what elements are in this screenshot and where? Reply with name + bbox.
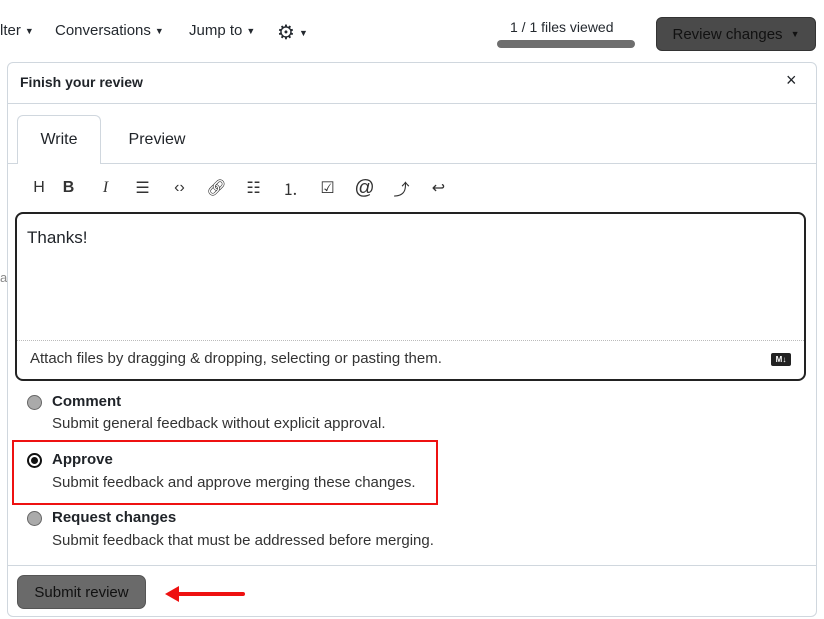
jump-to-label: Jump to <box>189 22 243 39</box>
caret-down-icon: ▼ <box>154 25 164 36</box>
arrow-left-icon <box>165 586 245 602</box>
tab-write[interactable]: Write <box>17 115 101 164</box>
bold-icon[interactable]: B <box>50 176 87 200</box>
comment-desc: Submit general feedback without explicit… <box>52 415 386 432</box>
comment-radio[interactable] <box>27 395 42 410</box>
caret-down-icon: ▼ <box>298 27 308 38</box>
approve-radio[interactable] <box>27 453 42 468</box>
divider <box>17 340 804 341</box>
conversations-menu[interactable]: Conversations ▼ <box>55 22 164 39</box>
settings-menu[interactable]: ⚙ ▼ <box>277 20 308 45</box>
reference-icon[interactable]: ⤴ <box>383 176 420 200</box>
approve-label: Approve <box>52 451 113 468</box>
filter-label: lter <box>0 22 21 39</box>
tab-preview[interactable]: Preview <box>115 115 199 164</box>
approve-desc: Submit feedback and approve merging thes… <box>52 474 416 491</box>
submit-review-button[interactable]: Submit review <box>17 575 146 609</box>
comment-text: Thanks! <box>27 228 88 247</box>
bulleted-list-icon[interactable]: ☷ <box>235 176 272 200</box>
caret-down-icon: ▼ <box>790 29 800 39</box>
caret-down-icon: ▼ <box>24 25 34 36</box>
markdown-icon[interactable]: M↓ <box>771 353 791 366</box>
link-icon[interactable]: 🔗︎ <box>198 176 235 200</box>
heading-icon[interactable]: H <box>28 176 50 200</box>
conversations-label: Conversations <box>55 22 151 39</box>
format-toolbar: H B I ☰ ‹› 🔗︎ ☷ ⒈ ☑ @ ⤴ ↩ <box>28 176 457 200</box>
divider <box>7 163 817 164</box>
request-changes-label: Request changes <box>52 509 177 526</box>
review-changes-label: Review changes <box>672 25 783 43</box>
numbered-list-icon[interactable]: ⒈ <box>272 176 309 200</box>
gear-icon: ⚙ <box>277 22 295 44</box>
task-list-icon[interactable]: ☑ <box>309 176 346 200</box>
files-viewed-progress <box>497 40 635 48</box>
mention-icon[interactable]: @ <box>346 176 383 200</box>
italic-icon[interactable]: I <box>87 176 124 200</box>
review-changes-button[interactable]: Review changes ▼ <box>656 17 816 51</box>
divider <box>7 565 817 566</box>
files-viewed-label: 1 / 1 files viewed <box>510 19 614 35</box>
jump-to-menu[interactable]: Jump to ▼ <box>189 22 255 39</box>
divider <box>7 103 817 104</box>
request-changes-desc: Submit feedback that must be addressed b… <box>52 532 434 549</box>
code-icon[interactable]: ‹› <box>161 176 198 200</box>
request-changes-radio[interactable] <box>27 511 42 526</box>
comment-label: Comment <box>52 393 122 410</box>
filter-menu[interactable]: lter ▼ <box>0 22 34 39</box>
highlight-box <box>12 440 438 505</box>
close-icon[interactable]: × <box>786 70 797 91</box>
undo-icon[interactable]: ↩ <box>420 176 457 200</box>
quote-icon[interactable]: ☰ <box>124 176 161 200</box>
dialog-title: Finish your review <box>20 74 143 90</box>
caret-down-icon: ▼ <box>246 25 256 36</box>
attach-files-hint[interactable]: Attach files by dragging & dropping, sel… <box>30 350 442 367</box>
